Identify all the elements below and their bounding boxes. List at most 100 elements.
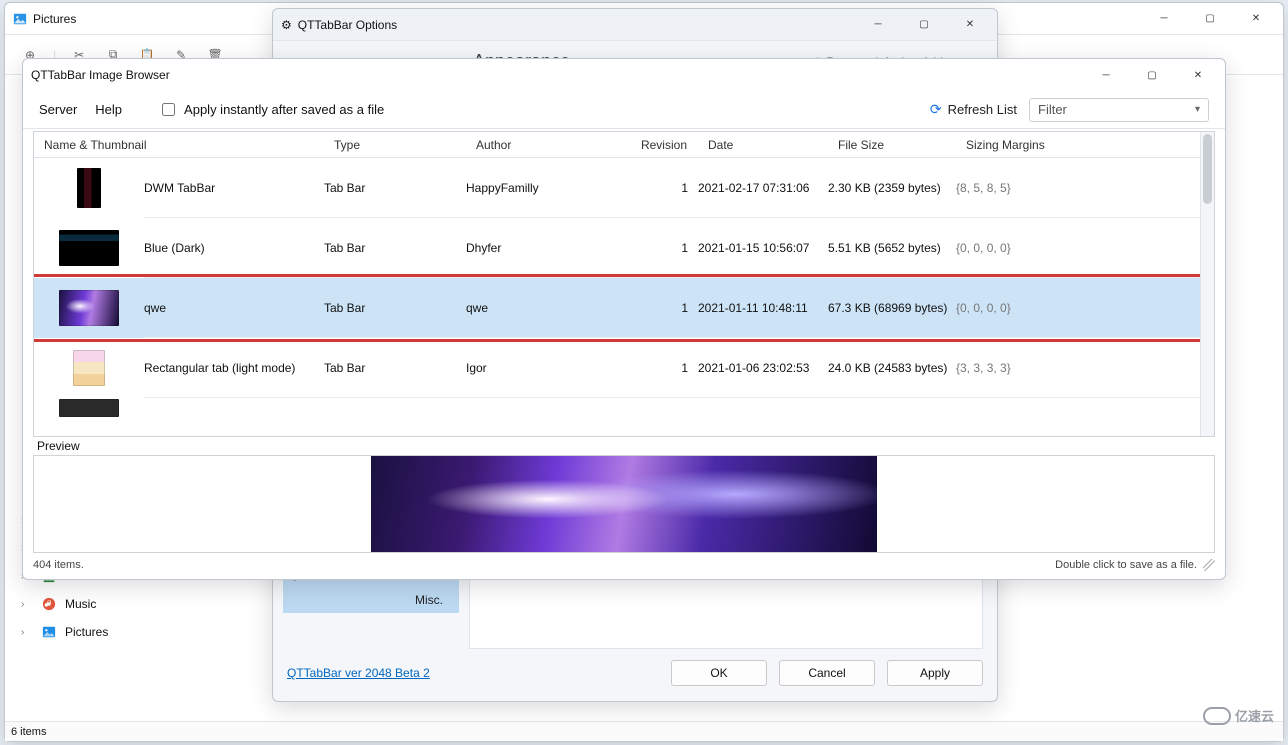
music-icon bbox=[41, 596, 57, 612]
apply-instantly-label: Apply instantly after saved as a file bbox=[184, 102, 384, 117]
preview-label: Preview bbox=[33, 437, 1215, 455]
author-cell: Dhyfer bbox=[466, 241, 626, 255]
type-cell: Tab Bar bbox=[324, 301, 466, 315]
size-cell: 67.3 KB (68969 bytes) bbox=[828, 301, 956, 315]
thumbnail-cell bbox=[34, 350, 144, 386]
col-revision[interactable]: Revision bbox=[626, 138, 698, 152]
item-count-label: 6 items bbox=[11, 726, 46, 738]
version-link[interactable]: QTTabBar ver 2048 Beta 2 bbox=[287, 666, 430, 680]
close-button[interactable]: ✕ bbox=[1175, 59, 1221, 91]
type-cell: Tab Bar bbox=[324, 181, 466, 195]
sidebar-item-label: Music bbox=[65, 597, 96, 611]
chevron-down-icon: ▾ bbox=[1195, 104, 1200, 115]
browser-title-text: QTTabBar Image Browser bbox=[31, 68, 170, 82]
chevron-right-icon: › bbox=[21, 627, 24, 638]
thumbnail-image bbox=[77, 168, 101, 208]
type-cell: Tab Bar bbox=[324, 361, 466, 375]
name-cell: DWM TabBar bbox=[144, 181, 324, 195]
chevron-right-icon: › bbox=[21, 599, 24, 610]
scrollbar[interactable] bbox=[1200, 132, 1214, 436]
size-cell: 24.0 KB (24583 bytes) bbox=[828, 361, 956, 375]
size-cell: 2.30 KB (2359 bytes) bbox=[828, 181, 956, 195]
menu-help[interactable]: Help bbox=[95, 102, 122, 117]
revision-cell: 1 bbox=[626, 241, 698, 255]
thumbnail-image bbox=[59, 290, 119, 326]
table-row[interactable]: Blue (Dark)Tab BarDhyfer12021-01-15 10:5… bbox=[34, 218, 1214, 278]
grid-header: Name & Thumbnail Type Author Revision Da… bbox=[34, 132, 1214, 158]
author-cell: Igor bbox=[466, 361, 626, 375]
menu-server[interactable]: Server bbox=[39, 102, 77, 117]
explorer-statusbar: 6 items bbox=[5, 721, 1283, 741]
table-row[interactable]: qweTab Barqwe12021-01-11 10:48:1167.3 KB… bbox=[34, 278, 1214, 338]
explorer-title-text: Pictures bbox=[33, 12, 76, 26]
options-titlebar: ⚙ QTTabBar Options ─ ▢ ✕ bbox=[273, 9, 997, 41]
close-button[interactable]: ✕ bbox=[947, 9, 993, 41]
date-cell: 2021-01-15 10:56:07 bbox=[698, 241, 828, 255]
name-cell: qwe bbox=[144, 301, 324, 315]
revision-cell: 1 bbox=[626, 301, 698, 315]
options-title-text: QTTabBar Options bbox=[298, 18, 397, 32]
size-cell: 5.51 KB (5652 bytes) bbox=[828, 241, 956, 255]
maximize-button[interactable]: ▢ bbox=[1129, 59, 1175, 91]
close-button[interactable]: ✕ bbox=[1233, 3, 1279, 35]
ok-button[interactable]: OK bbox=[671, 660, 767, 686]
image-browser-window: QTTabBar Image Browser ─ ▢ ✕ Server Help… bbox=[22, 58, 1226, 580]
date-cell: 2021-02-17 07:31:06 bbox=[698, 181, 828, 195]
margins-cell: {8, 5, 8, 5} bbox=[956, 181, 1098, 195]
col-author[interactable]: Author bbox=[466, 138, 626, 152]
watermark: 亿速云 bbox=[1203, 706, 1274, 725]
thumbnail-cell bbox=[34, 230, 144, 266]
maximize-button[interactable]: ▢ bbox=[901, 9, 947, 41]
save-hint-label: Double click to save as a file. bbox=[1055, 559, 1197, 571]
cancel-button[interactable]: Cancel bbox=[779, 660, 875, 686]
pictures-icon bbox=[13, 12, 27, 26]
name-cell: Rectangular tab (light mode) bbox=[144, 361, 324, 375]
filter-placeholder: Filter bbox=[1038, 102, 1067, 117]
browser-statusbar: 404 items. Double click to save as a fil… bbox=[33, 557, 1215, 573]
col-name[interactable]: Name & Thumbnail bbox=[34, 138, 324, 152]
col-size[interactable]: File Size bbox=[828, 138, 956, 152]
thumbnail-image bbox=[59, 230, 119, 266]
filter-dropdown[interactable]: Filter ▾ bbox=[1029, 98, 1209, 122]
maximize-button[interactable]: ▢ bbox=[1187, 3, 1233, 35]
thumbnail-image bbox=[73, 350, 105, 386]
sidebar-item-music[interactable]: › Music bbox=[5, 590, 187, 618]
apply-button[interactable]: Apply bbox=[887, 660, 983, 686]
gear-icon: ⚙ bbox=[281, 18, 292, 32]
name-cell: Blue (Dark) bbox=[144, 241, 324, 255]
minimize-button[interactable]: ─ bbox=[855, 9, 901, 41]
refresh-list-button[interactable]: ⟳ Refresh List bbox=[930, 101, 1017, 118]
table-row[interactable]: DWM TabBarTab BarHappyFamilly12021-02-17… bbox=[34, 158, 1214, 218]
thumbnail-cell bbox=[34, 290, 144, 326]
refresh-icon: ⟳ bbox=[930, 101, 942, 118]
thumbnail-cell bbox=[34, 168, 144, 208]
margins-cell: {3, 3, 3, 3} bbox=[956, 361, 1098, 375]
date-cell: 2021-01-11 10:48:11 bbox=[698, 301, 828, 315]
resize-grip[interactable] bbox=[1203, 559, 1215, 571]
browser-menubar: Server Help Apply instantly after saved … bbox=[23, 91, 1225, 129]
table-row[interactable] bbox=[34, 398, 1214, 418]
col-type[interactable]: Type bbox=[324, 138, 466, 152]
table-row[interactable]: Rectangular tab (light mode)Tab BarIgor1… bbox=[34, 338, 1214, 398]
options-category-misc[interactable]: Misc. bbox=[283, 587, 459, 613]
browser-titlebar: QTTabBar Image Browser ─ ▢ ✕ bbox=[23, 59, 1225, 91]
minimize-button[interactable]: ─ bbox=[1141, 3, 1187, 35]
scrollbar-thumb[interactable] bbox=[1203, 134, 1212, 204]
pictures-icon bbox=[41, 624, 57, 640]
sidebar-item-pictures[interactable]: › Pictures bbox=[5, 618, 187, 646]
items-grid: Name & Thumbnail Type Author Revision Da… bbox=[33, 131, 1215, 437]
author-cell: HappyFamilly bbox=[466, 181, 626, 195]
margins-cell: {0, 0, 0, 0} bbox=[956, 301, 1098, 315]
apply-instantly-checkbox[interactable]: Apply instantly after saved as a file bbox=[158, 100, 384, 119]
col-date[interactable]: Date bbox=[698, 138, 828, 152]
preview-pane bbox=[33, 455, 1215, 553]
type-cell: Tab Bar bbox=[324, 241, 466, 255]
refresh-label: Refresh List bbox=[948, 102, 1017, 117]
apply-instantly-input[interactable] bbox=[162, 103, 175, 116]
items-count-label: 404 items. bbox=[33, 559, 84, 571]
cloud-icon bbox=[1203, 707, 1231, 725]
sidebar-item-label: Pictures bbox=[65, 625, 108, 639]
revision-cell: 1 bbox=[626, 181, 698, 195]
col-margins[interactable]: Sizing Margins bbox=[956, 138, 1098, 152]
minimize-button[interactable]: ─ bbox=[1083, 59, 1129, 91]
